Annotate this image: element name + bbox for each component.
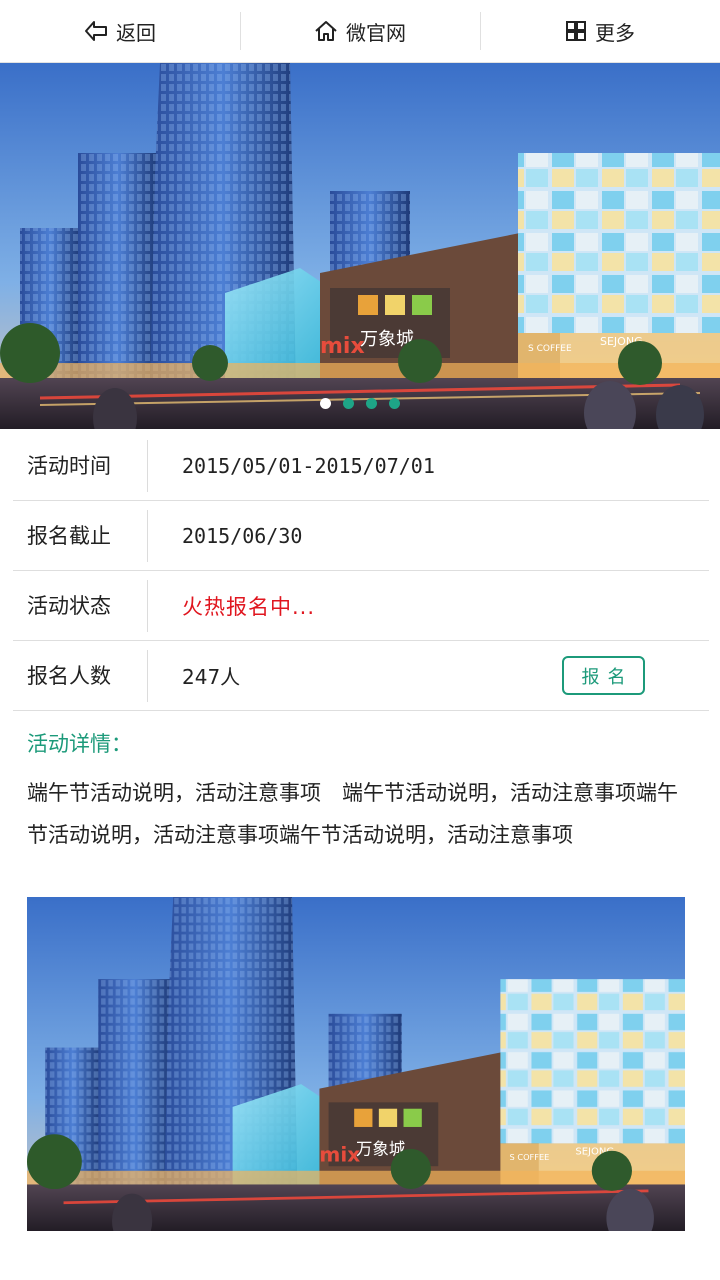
svg-text:S COFFEE: S COFFEE — [510, 1152, 550, 1162]
signup-deadline-label: 报名截止 — [13, 509, 148, 562]
signup-count-label: 报名人数 — [13, 649, 148, 702]
grid-icon — [566, 21, 586, 41]
carousel-indicator — [0, 398, 720, 409]
detail-image-graphic: mix 万象城 SEJONG S COFFEE — [27, 897, 685, 1231]
official-site-label: 微官网 — [346, 20, 406, 45]
official-site-button[interactable]: 微官网 — [240, 0, 480, 62]
back-arrow-icon — [85, 21, 107, 41]
svg-text:mix: mix — [320, 334, 365, 359]
home-icon — [315, 21, 337, 41]
detail-image: mix 万象城 SEJONG S COFFEE — [27, 897, 685, 1231]
carousel-dot[interactable] — [343, 398, 354, 409]
signup-deadline-row: 报名截止 2015/06/30 — [13, 501, 709, 571]
svg-text:mix: mix — [319, 1143, 360, 1167]
activity-status-row: 活动状态 火热报名中... — [13, 571, 709, 641]
more-button[interactable]: 更多 — [480, 0, 720, 62]
signup-count-row: 报名人数 247人 报名 — [13, 641, 709, 711]
signup-count-value: 247人 — [182, 665, 241, 689]
banner-image: mix 万象城 SEJONG S COFFEE — [0, 63, 720, 429]
svg-text:S COFFEE: S COFFEE — [528, 344, 572, 354]
signup-button[interactable]: 报名 — [562, 656, 645, 695]
activity-info: 活动时间 2015/05/01-2015/07/01 报名截止 2015/06/… — [13, 431, 709, 711]
activity-status-label: 活动状态 — [13, 579, 148, 632]
carousel-dot[interactable] — [320, 398, 331, 409]
activity-status-value: 火热报名中... — [182, 594, 316, 619]
activity-detail-title: 活动详情： — [27, 732, 132, 756]
signup-deadline-value: 2015/06/30 — [182, 523, 303, 548]
carousel-dot[interactable] — [366, 398, 377, 409]
back-button[interactable]: 返回 — [0, 0, 240, 62]
banner-carousel[interactable]: mix 万象城 SEJONG S COFFEE — [0, 63, 720, 429]
more-label: 更多 — [595, 20, 635, 45]
activity-time-label: 活动时间 — [13, 439, 148, 492]
top-nav-bar: 返回 微官网 更多 — [0, 0, 720, 63]
activity-detail-text: 端午节活动说明，活动注意事项 端午节活动说明，活动注意事项端午节活动说明，活动注… — [27, 781, 678, 847]
back-label: 返回 — [116, 20, 156, 45]
activity-time-value: 2015/05/01-2015/07/01 — [182, 453, 435, 478]
activity-time-row: 活动时间 2015/05/01-2015/07/01 — [13, 431, 709, 501]
carousel-dot[interactable] — [389, 398, 400, 409]
